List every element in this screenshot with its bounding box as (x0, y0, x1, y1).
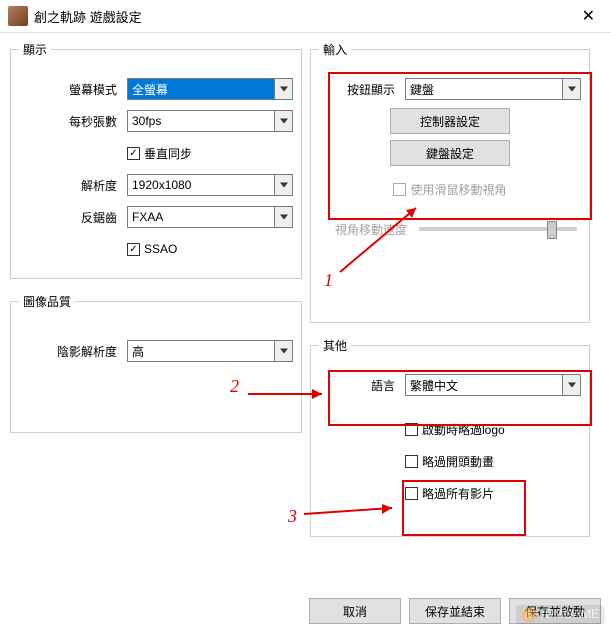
input-legend: 輸入 (319, 41, 351, 58)
chevron-down-icon (274, 207, 292, 227)
other-group: 其他 語言 繁體中文 啟動時略過logo 略過開頭動畫 略過所有影片 (310, 337, 590, 537)
cancel-button[interactable]: 取消 (309, 598, 401, 624)
fps-select[interactable]: 30fps (127, 110, 293, 132)
chevron-down-icon (274, 111, 292, 131)
resolution-label: 解析度 (19, 177, 127, 194)
quality-legend: 圖像品質 (19, 293, 75, 310)
vsync-checkbox[interactable]: ✓垂直同步 (127, 145, 192, 162)
window-title: 創之軌跡 遊戲設定 (34, 7, 574, 26)
mouse-look-checkbox[interactable]: 使用滑鼠移動視角 (393, 181, 506, 198)
display-group: 顯示 螢幕模式 全螢幕 每秒張數 30fps ✓垂直同步 解析度 1920x10… (10, 41, 302, 279)
chevron-down-icon (274, 79, 292, 99)
other-legend: 其他 (319, 337, 351, 354)
save-launch-button[interactable]: 保存並啟動 (509, 598, 601, 624)
footer: 取消 保存並結束 保存並啟動 (309, 598, 601, 624)
button-display-select[interactable]: 鍵盤 (405, 78, 581, 100)
view-speed-label: 視角移動速度 (319, 221, 415, 238)
language-label: 語言 (319, 377, 405, 394)
shadow-label: 陰影解析度 (19, 343, 127, 360)
chevron-down-icon (274, 175, 292, 195)
screen-mode-select[interactable]: 全螢幕 (127, 78, 293, 100)
button-display-label: 按鈕顯示 (319, 81, 405, 98)
skip-videos-checkbox[interactable]: 略過所有影片 (405, 485, 494, 502)
save-exit-button[interactable]: 保存並結束 (409, 598, 501, 624)
skip-logo-checkbox[interactable]: 啟動時略過logo (405, 421, 505, 438)
close-button[interactable]: ✕ (574, 6, 603, 26)
view-speed-slider[interactable] (419, 227, 577, 231)
shadow-select[interactable]: 高 (127, 340, 293, 362)
fps-label: 每秒張數 (19, 113, 127, 130)
titlebar: 創之軌跡 遊戲設定 ✕ (0, 0, 611, 33)
display-legend: 顯示 (19, 41, 51, 58)
keyboard-settings-button[interactable]: 鍵盤設定 (390, 140, 510, 166)
controller-settings-button[interactable]: 控制器設定 (390, 108, 510, 134)
ssao-checkbox[interactable]: ✓SSAO (127, 242, 177, 256)
aa-label: 反鋸齒 (19, 209, 127, 226)
screen-mode-label: 螢幕模式 (19, 81, 127, 98)
chevron-down-icon (562, 375, 580, 395)
resolution-select[interactable]: 1920x1080 (127, 174, 293, 196)
input-group: 輸入 按鈕顯示 鍵盤 控制器設定 鍵盤設定 使用滑鼠移動視角 視角移動速度 (310, 41, 590, 323)
slider-thumb[interactable] (547, 221, 557, 239)
language-select[interactable]: 繁體中文 (405, 374, 581, 396)
skip-opening-checkbox[interactable]: 略過開頭動畫 (405, 453, 494, 470)
app-icon (8, 6, 28, 26)
chevron-down-icon (274, 341, 292, 361)
quality-group: 圖像品質 陰影解析度 高 (10, 293, 302, 433)
chevron-down-icon (562, 79, 580, 99)
aa-select[interactable]: FXAA (127, 206, 293, 228)
